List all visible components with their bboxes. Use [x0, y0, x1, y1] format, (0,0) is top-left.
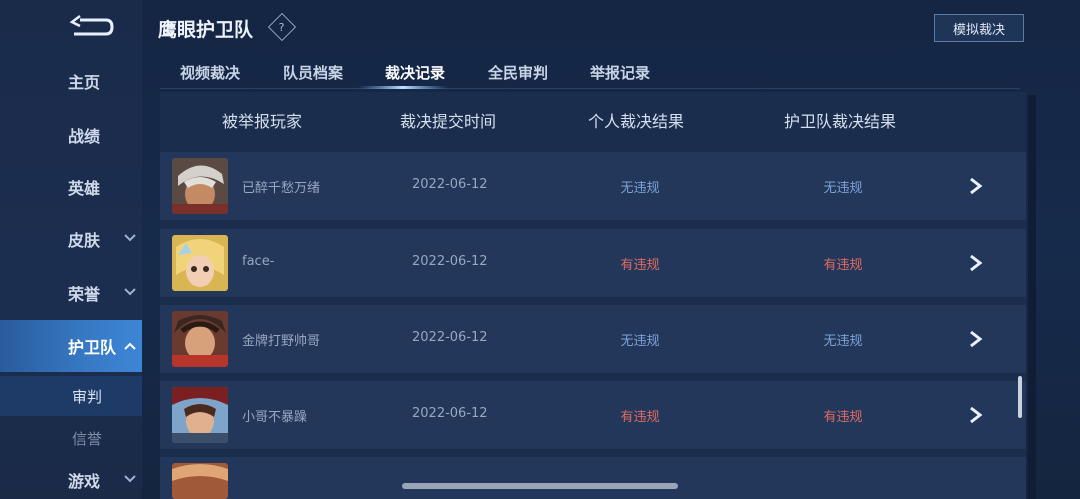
- sidebar-item-heroes[interactable]: 英雄: [0, 165, 142, 209]
- main-content: 鹰眼护卫队 ? 模拟裁决 视频裁决 队员档案 裁决记录 全民审判 举报记录 被举…: [142, 0, 1080, 499]
- simulate-judgment-button[interactable]: 模拟裁决: [934, 14, 1024, 42]
- sidebar-item-label: 战绩: [68, 127, 101, 146]
- sidebar-item-label: 荣誉: [68, 285, 101, 304]
- page-title: 鹰眼护卫队: [158, 19, 254, 41]
- table-header: 被举报玩家 裁决提交时间 个人裁决结果 护卫队裁决结果: [160, 92, 1026, 146]
- tab-video-judgment[interactable]: 视频裁决: [180, 62, 240, 83]
- sidebar-item-label: 游戏: [68, 472, 101, 491]
- sidebar-item-label: 英雄: [68, 179, 101, 198]
- chevron-right-icon[interactable]: [966, 329, 986, 349]
- submit-date: 2022-06-12: [412, 254, 488, 269]
- chevron-down-icon: [124, 234, 136, 242]
- table-row[interactable]: 已醉千愁万绪 2022-06-12 无违规 无违规: [160, 152, 1026, 220]
- chevron-right-icon[interactable]: [966, 176, 986, 196]
- player-name: 已醉千愁万绪: [242, 181, 321, 196]
- player-avatar: [172, 235, 228, 291]
- team-result: 有违规: [823, 258, 863, 273]
- sidebar-item-record[interactable]: 战绩: [0, 113, 142, 157]
- sidebar-subitem-label: 信誉: [72, 430, 103, 448]
- vertical-scrollbar[interactable]: [1018, 376, 1022, 418]
- tab-member-profile[interactable]: 队员档案: [283, 62, 343, 83]
- player-avatar: [172, 158, 228, 214]
- personal-result: 有违规: [620, 410, 660, 425]
- team-result: 有违规: [823, 410, 863, 425]
- column-header-submit-time: 裁决提交时间: [400, 112, 497, 131]
- help-icon[interactable]: ?: [267, 12, 297, 42]
- chevron-up-icon: [124, 342, 136, 350]
- tab-divider: [160, 88, 1020, 89]
- help-glyph: ?: [279, 20, 285, 34]
- sidebar: 主页 战绩 英雄 皮肤 荣誉 护卫队 审判 信誉 游戏: [0, 0, 142, 499]
- personal-result: 无违规: [620, 334, 660, 349]
- sidebar-item-label: 皮肤: [68, 231, 101, 250]
- team-result: 无违规: [823, 334, 863, 349]
- submit-date: 2022-06-12: [412, 330, 488, 345]
- chevron-right-icon[interactable]: [966, 405, 986, 425]
- player-avatar: [172, 463, 228, 499]
- team-result: 无违规: [823, 181, 863, 196]
- home-indicator: [402, 483, 678, 489]
- table-row[interactable]: face- 2022-06-12 有违规 有违规: [160, 229, 1026, 297]
- sidebar-item-skins[interactable]: 皮肤: [0, 217, 142, 261]
- submit-date: 2022-06-12: [412, 406, 488, 421]
- sidebar-subitem-judgment[interactable]: 审判: [0, 376, 142, 416]
- back-arrow-icon[interactable]: [66, 14, 116, 40]
- judgment-record-table: 被举报玩家 裁决提交时间 个人裁决结果 护卫队裁决结果 已醉千愁万绪 2022-…: [160, 92, 1026, 499]
- chevron-right-icon[interactable]: [966, 253, 986, 273]
- column-header-personal-result: 个人裁决结果: [588, 112, 685, 131]
- personal-result: 无违规: [620, 181, 660, 196]
- player-name: 小哥不暴躁: [242, 410, 308, 425]
- table-row[interactable]: 金牌打野帅哥 2022-06-12 无违规 无违规: [160, 305, 1026, 373]
- sidebar-subitem-credit[interactable]: 信誉: [0, 418, 142, 458]
- chevron-down-icon: [124, 475, 136, 483]
- personal-result: 有违规: [620, 258, 660, 273]
- sidebar-item-label: 护卫队: [68, 338, 117, 357]
- sidebar-item-guard-team[interactable]: 护卫队: [0, 320, 142, 372]
- player-name: 金牌打野帅哥: [242, 334, 321, 349]
- player-avatar: [172, 311, 228, 367]
- sidebar-item-honor[interactable]: 荣誉: [0, 271, 142, 315]
- column-header-team-result: 护卫队裁决结果: [784, 112, 897, 131]
- active-tab-indicator: [358, 86, 448, 89]
- tab-report-record[interactable]: 举报记录: [590, 62, 650, 83]
- sidebar-item-home[interactable]: 主页: [0, 59, 142, 103]
- tab-public-trial[interactable]: 全民审判: [488, 62, 548, 83]
- column-header-player: 被举报玩家: [222, 112, 303, 131]
- sidebar-subitem-label: 审判: [72, 388, 103, 406]
- player-name: face-: [242, 254, 275, 269]
- sidebar-item-game[interactable]: 游戏: [0, 458, 142, 499]
- submit-date: 2022-06-12: [412, 177, 488, 192]
- sidebar-item-label: 主页: [68, 73, 101, 92]
- table-row[interactable]: 小哥不暴躁 2022-06-12 有违规 有违规: [160, 381, 1026, 449]
- table-row[interactable]: [160, 457, 1026, 499]
- chevron-down-icon: [124, 288, 136, 296]
- player-avatar: [172, 387, 228, 443]
- tab-judgment-record[interactable]: 裁决记录: [385, 62, 445, 83]
- scroll-track: [1028, 95, 1036, 499]
